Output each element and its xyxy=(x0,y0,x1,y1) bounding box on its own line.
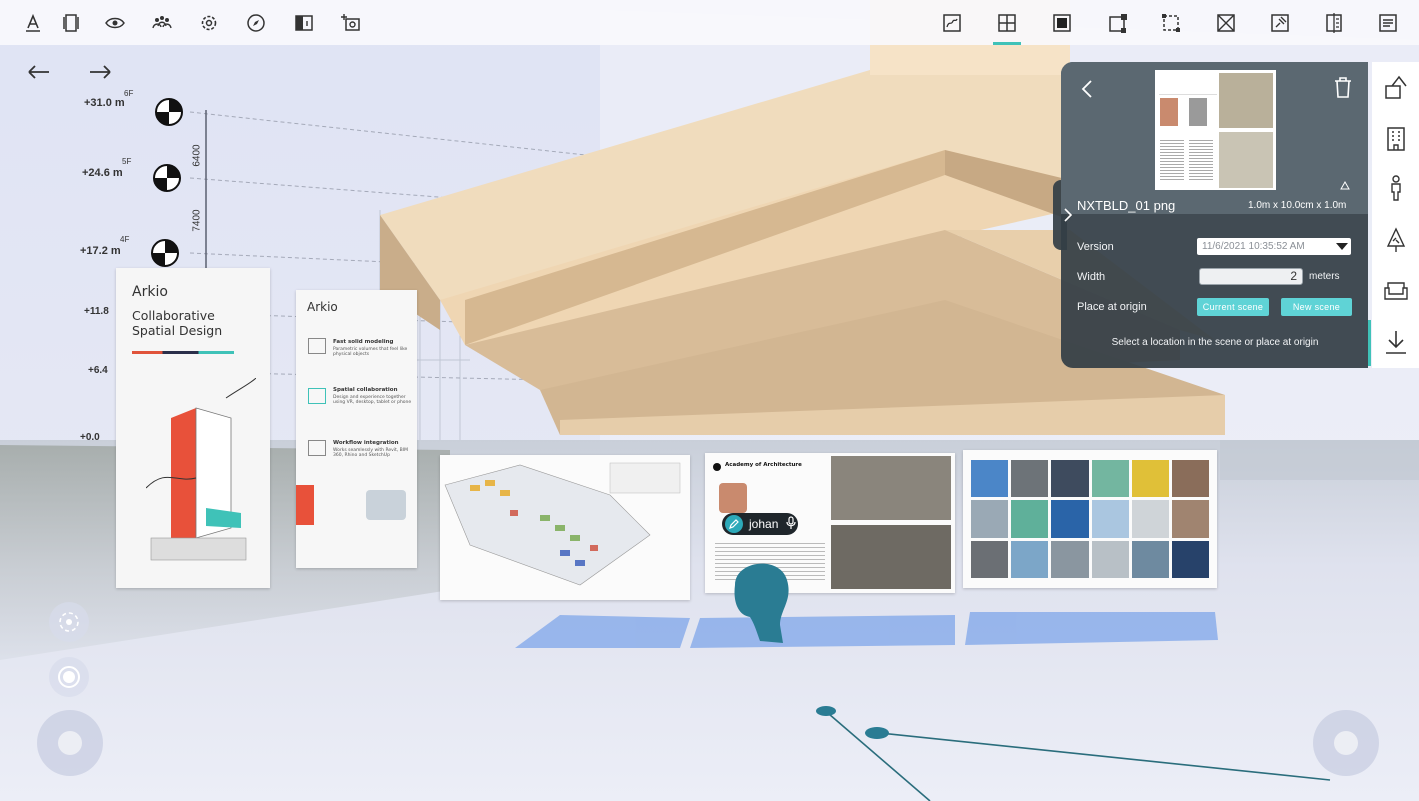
arkio-logo: Arkio xyxy=(132,284,168,300)
chevron-right-icon xyxy=(1064,208,1073,222)
level-name: 4F xyxy=(120,235,130,244)
move-joystick[interactable] xyxy=(37,710,103,776)
active-tool-indicator xyxy=(993,42,1021,45)
undo-icon xyxy=(28,65,49,79)
feature-text: Parametric volumes that feel like physic… xyxy=(333,347,408,357)
orbit-button[interactable] xyxy=(49,602,89,642)
version-value: 11/6/2021 10:35:52 AM xyxy=(1202,241,1305,252)
record-button[interactable] xyxy=(49,657,89,697)
avatar-head xyxy=(734,563,789,643)
person-icon[interactable] xyxy=(1380,172,1412,204)
node-edit-icon[interactable] xyxy=(1102,7,1134,39)
trash-icon xyxy=(1335,77,1351,98)
select-area-icon[interactable] xyxy=(1155,7,1187,39)
warning-icon xyxy=(1340,177,1350,195)
undo-button[interactable] xyxy=(21,58,55,86)
image-preview-thumbnail xyxy=(1155,70,1276,190)
image-grid-board[interactable] xyxy=(963,450,1217,588)
download-icon[interactable] xyxy=(1380,326,1412,358)
tree-icon[interactable] xyxy=(1380,224,1412,256)
layers-icon[interactable] xyxy=(55,7,87,39)
level-name: 5F xyxy=(122,157,132,166)
screenshot-icon[interactable] xyxy=(335,7,367,39)
look-joystick[interactable] xyxy=(1313,710,1379,776)
feature-title: Workflow integration xyxy=(333,440,399,446)
gear-icon[interactable] xyxy=(193,7,225,39)
dropdown-arrow-icon xyxy=(1336,243,1348,250)
arkio-poster-features[interactable]: Arkio Fast solid modeling Parametric vol… xyxy=(296,290,417,568)
sofa-icon[interactable] xyxy=(1380,274,1412,306)
level-label: +24.6 m xyxy=(82,167,123,179)
site-plan-board[interactable] xyxy=(440,455,690,600)
poster-headline: Collaborative Spatial Design xyxy=(132,308,223,338)
version-select[interactable]: 11/6/2021 10:35:52 AM xyxy=(1197,238,1351,255)
solid-icon[interactable] xyxy=(1046,7,1078,39)
sketch-icon[interactable] xyxy=(936,7,968,39)
level-label: +0.0 xyxy=(80,432,100,443)
shapes-icon[interactable] xyxy=(1380,72,1412,104)
section-icon[interactable] xyxy=(1318,7,1350,39)
redo-button[interactable] xyxy=(84,58,118,86)
orbit-icon xyxy=(59,612,79,632)
level-label: +6.4 xyxy=(88,365,108,376)
level-name: 6F xyxy=(124,89,134,98)
level-label: +17.2 m xyxy=(80,245,121,257)
compass-icon[interactable] xyxy=(240,7,272,39)
file-size: 1.0m x 10.0cm x 1.0m xyxy=(1248,200,1347,211)
width-unit: meters xyxy=(1309,271,1340,282)
delete-button[interactable] xyxy=(1332,76,1354,105)
width-input[interactable]: 2 xyxy=(1199,268,1303,285)
new-scene-button[interactable]: New scene xyxy=(1281,298,1352,316)
delete-box-icon[interactable] xyxy=(1210,7,1242,39)
text-style-icon[interactable] xyxy=(17,7,49,39)
pen-icon xyxy=(725,515,743,533)
eye-icon[interactable] xyxy=(99,7,131,39)
feature-text: Works seamlessly with Revit, BIM 360, Rh… xyxy=(333,448,408,458)
file-name: NXTBLD_01 png xyxy=(1077,198,1176,213)
dimension-label: 6400 xyxy=(191,144,203,167)
arkio-logo: Arkio xyxy=(307,300,338,314)
people-icon[interactable] xyxy=(146,7,178,39)
chevron-left-icon xyxy=(1081,80,1092,98)
feature-text: Design and experience together using VR,… xyxy=(333,395,412,405)
user-tag: johan xyxy=(722,513,798,535)
user-name: johan xyxy=(749,517,779,531)
add-grid-icon[interactable] xyxy=(991,7,1023,39)
version-label: Version xyxy=(1077,241,1114,253)
panel-back-button[interactable] xyxy=(1078,78,1096,105)
academy-title: Academy of Architecture xyxy=(725,462,802,468)
redo-icon xyxy=(90,65,111,79)
panel-expand-button[interactable] xyxy=(1061,205,1075,230)
current-scene-button[interactable]: Current scene xyxy=(1197,298,1269,316)
target-icon xyxy=(58,666,80,688)
level-label: +31.0 m xyxy=(84,97,125,109)
feature-title: Fast solid modeling xyxy=(333,339,394,345)
placement-hint: Select a location in the scene or place … xyxy=(1111,337,1319,348)
dimension-label: 7400 xyxy=(191,209,203,232)
top-toolbar xyxy=(0,0,1419,45)
feature-title: Spatial collaboration xyxy=(333,387,398,393)
pin-icon[interactable] xyxy=(1264,7,1296,39)
width-label: Width xyxy=(1077,271,1106,283)
building-icon[interactable] xyxy=(1380,122,1412,154)
active-tool-indicator xyxy=(1368,320,1371,366)
right-toolbar xyxy=(1372,62,1419,368)
mic-icon xyxy=(786,515,796,533)
arkio-poster-main[interactable]: Arkio Collaborative Spatial Design xyxy=(116,268,270,588)
place-at-origin-label: Place at origin xyxy=(1077,301,1147,313)
document-icon[interactable] xyxy=(1372,7,1404,39)
level-label: +11.8 xyxy=(84,306,109,317)
view-split-icon[interactable] xyxy=(288,7,320,39)
